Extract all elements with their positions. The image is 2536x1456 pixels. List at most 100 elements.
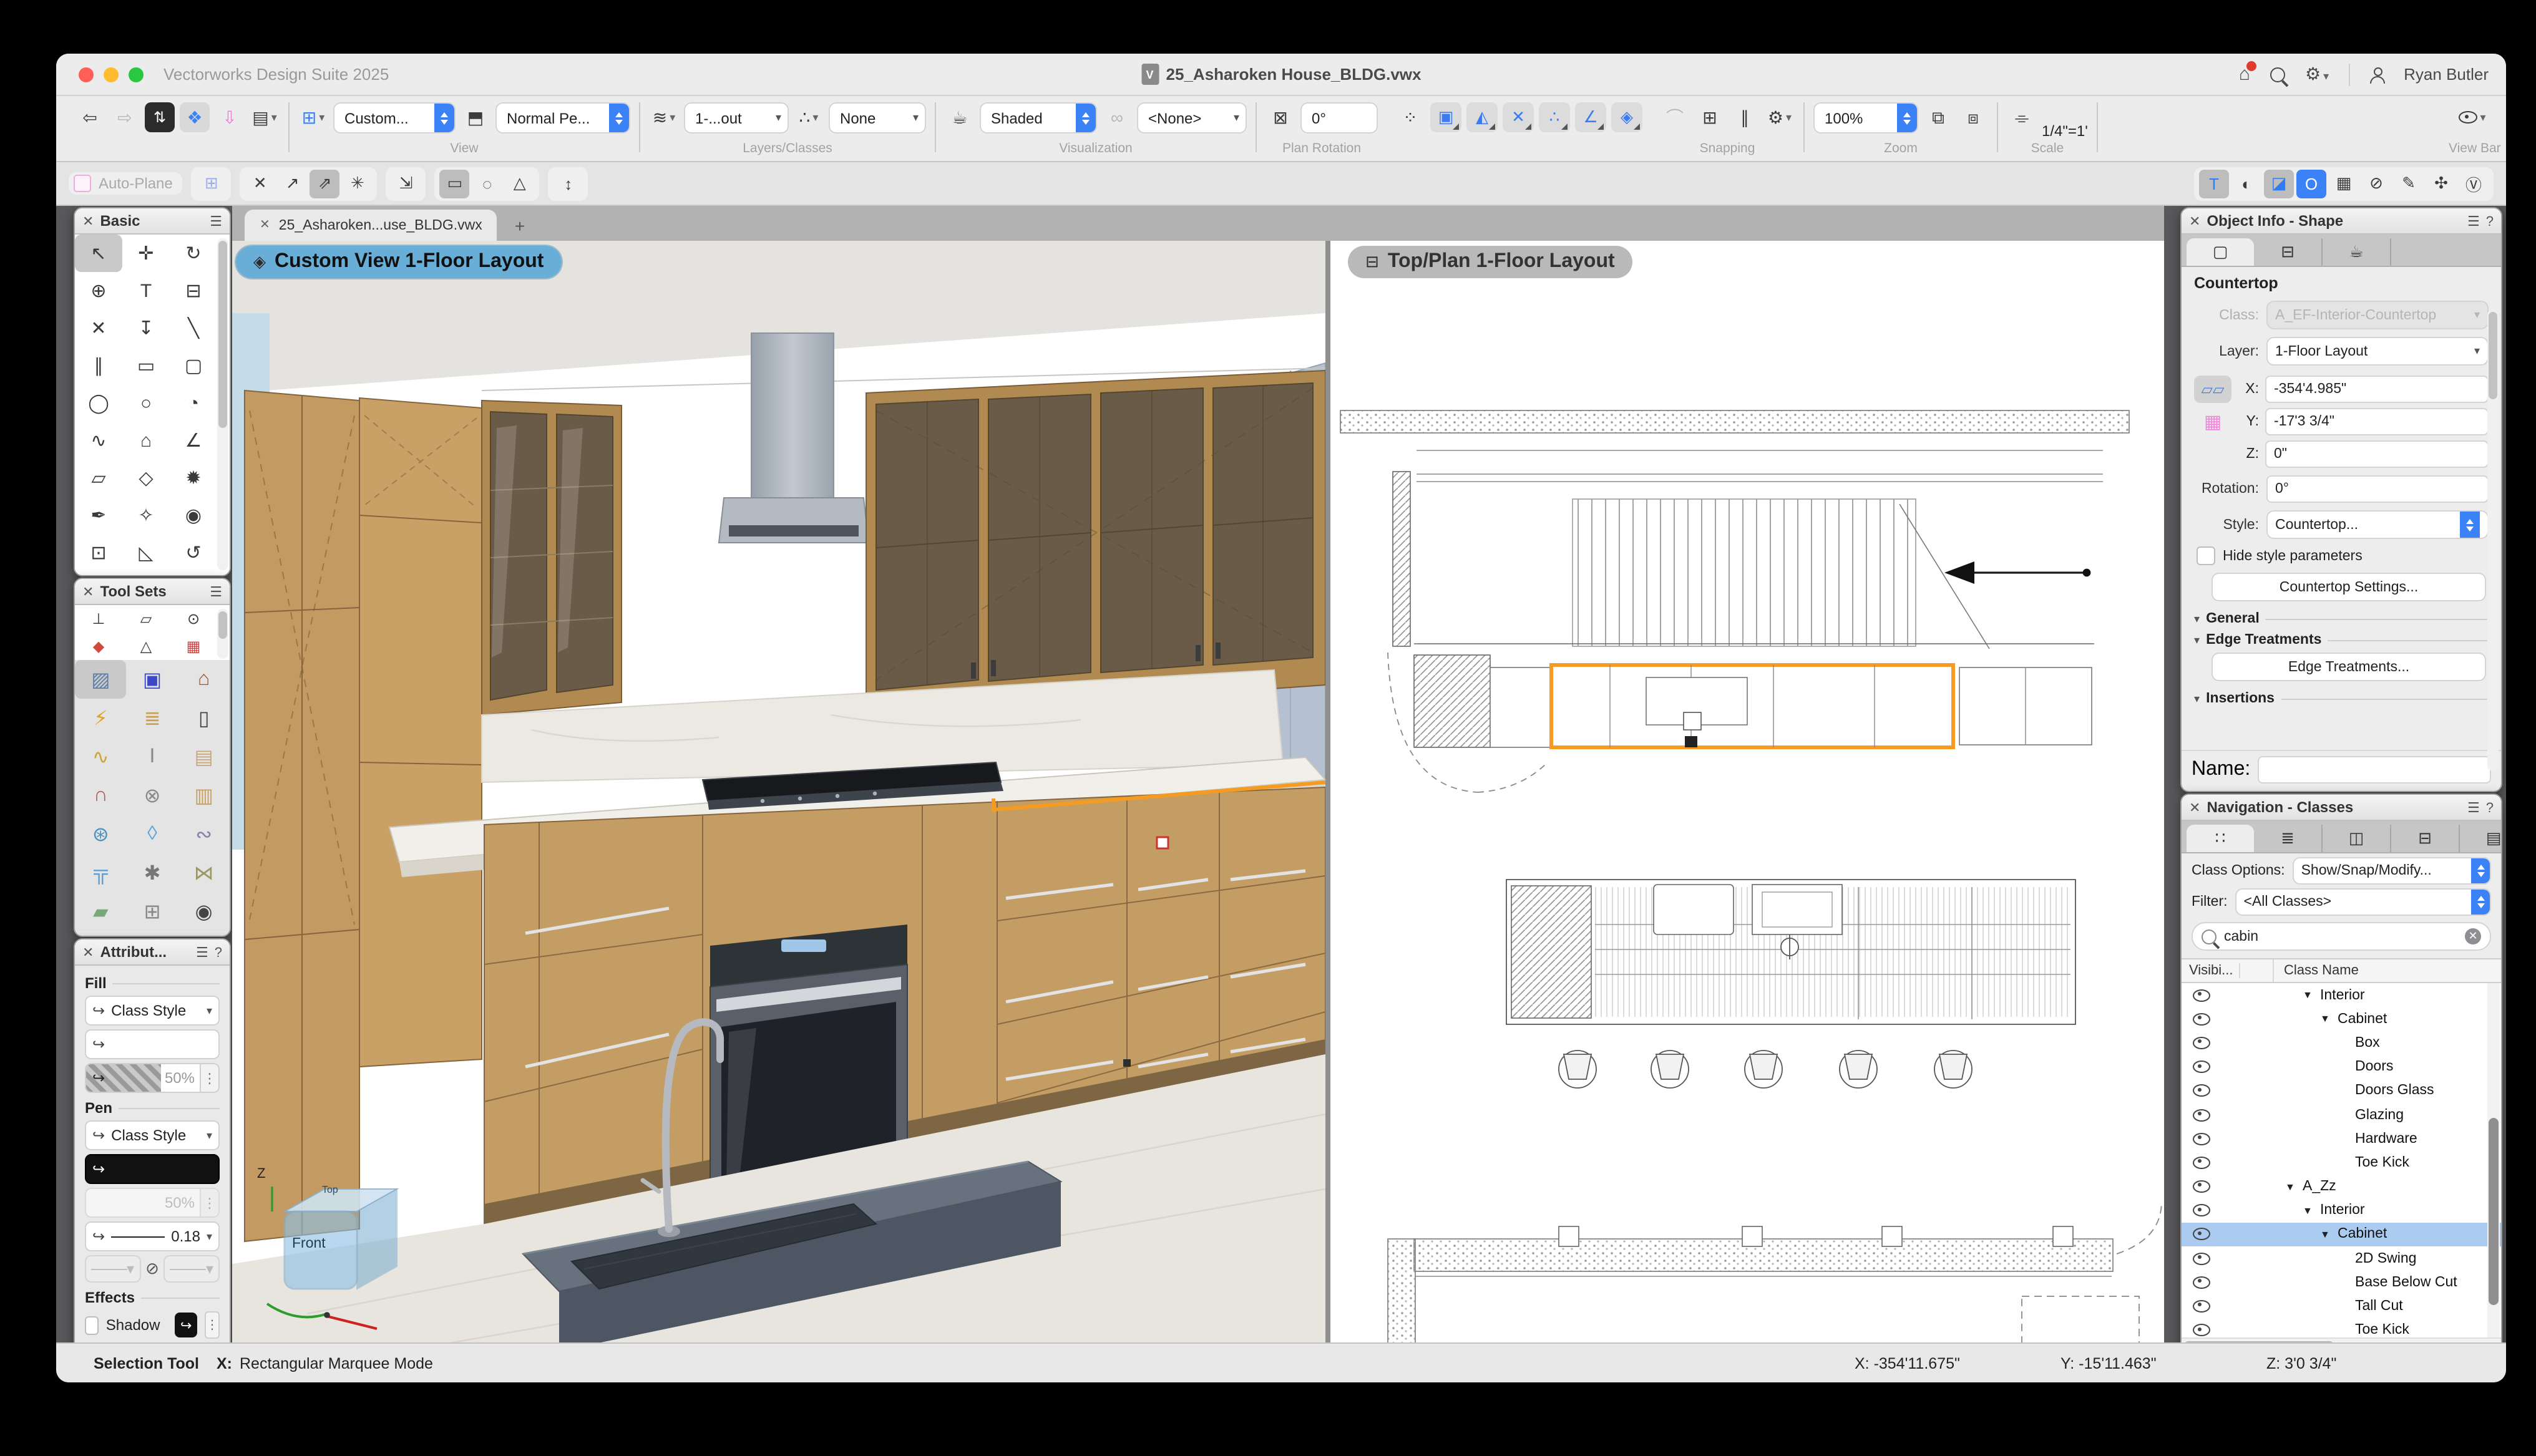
pane-snap-icon[interactable]: ⊞: [1695, 102, 1725, 132]
working-plane-mode[interactable]: ✳: [343, 169, 373, 198]
cable-toolset[interactable]: ∿: [75, 737, 127, 776]
clear-search-icon[interactable]: ✕: [2465, 928, 2481, 944]
attributes-palette-header[interactable]: Attribut...: [75, 939, 230, 966]
furniture-toolset[interactable]: ▥: [178, 776, 230, 815]
visibility-eye-icon[interactable]: [2182, 989, 2243, 1001]
pen-override-menu[interactable]: ✎: [2394, 169, 2424, 198]
single-object-mode[interactable]: ↗: [278, 169, 308, 198]
help-icon[interactable]: [2486, 798, 2494, 816]
plan-rotation-icon[interactable]: ⊠: [1266, 102, 1295, 132]
visibility-column-header[interactable]: Visibi...: [2182, 963, 2240, 978]
residential-toolset[interactable]: ⌂: [178, 660, 230, 699]
class-name-column-header[interactable]: Class Name: [2274, 963, 2501, 978]
object-highlight-toggle[interactable]: O: [2296, 169, 2326, 198]
3d-cursor-button[interactable]: ⇅: [145, 102, 175, 132]
stage-toolset[interactable]: ∩: [75, 776, 127, 815]
regular-polygon-tool[interactable]: ◇: [122, 459, 170, 497]
cabinet-select-mode[interactable]: ↕: [554, 169, 583, 198]
view-cube-widget[interactable]: Z Top Front: [255, 1167, 417, 1341]
plumbing-toolset[interactable]: ◊: [127, 815, 178, 853]
solids-tool[interactable]: ◆: [75, 633, 122, 660]
class-row-tall-cut[interactable]: ▼Tall Cut: [2182, 1294, 2501, 1318]
x-input[interactable]: -354'4.985": [2265, 376, 2489, 403]
tab-saved-views[interactable]: ▤: [2460, 825, 2502, 852]
ruler-icon[interactable]: ⌯: [2007, 102, 2037, 132]
plane-coords-icon[interactable]: ▱▱: [2194, 376, 2231, 403]
extrude-preview-toggle[interactable]: ◪: [2264, 169, 2294, 198]
general-disclosure[interactable]: General: [2194, 611, 2489, 626]
palette-menu-icon[interactable]: [2467, 212, 2480, 230]
camera-filter-select[interactable]: <None>▾: [1137, 102, 1247, 133]
auto-plane-checkbox[interactable]: [74, 175, 91, 192]
class-row-interior-2[interactable]: ▼Interior: [2182, 1198, 2501, 1222]
text-style-toggle[interactable]: T: [2199, 169, 2229, 198]
class-tree-hscrollbar[interactable]: [2182, 1337, 2501, 1342]
text-tool[interactable]: T: [122, 272, 170, 309]
class-row-doors[interactable]: ▼Doors: [2182, 1055, 2501, 1079]
space-planning-toolset[interactable]: ▰: [75, 892, 127, 931]
palette-menu-icon[interactable]: [210, 212, 222, 230]
class-search-field[interactable]: cabin ✕: [2192, 922, 2491, 951]
fit-page-button[interactable]: ⧉: [1923, 102, 1953, 132]
projection-select[interactable]: Normal Pe...: [495, 102, 630, 133]
dimension-toolset[interactable]: ▤: [178, 737, 230, 776]
insertions-disclosure[interactable]: Insertions: [2194, 691, 2489, 706]
rotate-tool[interactable]: ↺: [170, 534, 217, 571]
user-name[interactable]: Ryan Butler: [2404, 65, 2489, 84]
document-tab[interactable]: ✕ 25_Asharoken...use_BLDG.vwx: [245, 210, 497, 241]
layers-icon[interactable]: ≋▾: [649, 102, 679, 132]
snap-grid-icon[interactable]: ⁘: [1395, 102, 1425, 132]
palette-menu-icon[interactable]: [2467, 798, 2480, 816]
planar-mode-button[interactable]: ⊞: [197, 169, 227, 198]
class-row-cabinet-2[interactable]: ▼Cabinet: [2182, 1223, 2501, 1246]
viewport-plan-label[interactable]: ⊟ Top/Plan 1-Floor Layout: [1348, 246, 1632, 278]
visibility-eye-icon[interactable]: [2182, 1205, 2243, 1217]
visibility-eye-icon[interactable]: [2182, 1276, 2243, 1289]
interactive-scaling-mode[interactable]: ⇲: [391, 169, 421, 198]
object-info-scrollbar[interactable]: [2487, 309, 2499, 771]
class-row-base-below-cut[interactable]: ▼Base Below Cut: [2182, 1271, 2501, 1294]
page-setup-menu[interactable]: ▤▾: [250, 102, 280, 132]
class-row-interior[interactable]: ▼Interior: [2182, 983, 2501, 1007]
zoom-tool[interactable]: ⊕: [75, 272, 122, 309]
basic-scrollbar[interactable]: [217, 238, 228, 570]
viewport-plan[interactable]: ⊟ Top/Plan 1-Floor Layout: [1330, 241, 2164, 1342]
freehand-tool[interactable]: ∿: [75, 422, 122, 459]
palette-menu-icon[interactable]: [210, 583, 222, 600]
door-toolset[interactable]: ▯: [178, 699, 230, 737]
filter-select[interactable]: <All Classes>: [2235, 888, 2492, 916]
basic-palette-header[interactable]: Basic: [75, 208, 230, 235]
polygon-tool[interactable]: ⌂: [122, 422, 170, 459]
visibility-eye-icon[interactable]: [2182, 1324, 2243, 1336]
scale-value[interactable]: 1/4"=1': [2042, 122, 2088, 139]
new-tab-button[interactable]: +: [515, 216, 525, 236]
smart-points-button[interactable]: ∴: [1539, 102, 1570, 132]
close-icon[interactable]: [2189, 212, 2200, 230]
disable-snapping-toggle[interactable]: ⊘: [2361, 169, 2391, 198]
snap-to-object-button[interactable]: ▣: [1430, 102, 1461, 132]
visibility-eye-icon[interactable]: [2182, 1013, 2243, 1026]
clip-cube-button[interactable]: ⇩: [215, 102, 245, 132]
piping-toolset[interactable]: ╦: [75, 853, 127, 892]
arc-tool[interactable]: ◔: [170, 384, 217, 422]
multiple-object-mode[interactable]: ⇗: [310, 169, 340, 198]
clip-tool[interactable]: ⊡: [75, 534, 122, 571]
visibility-eye-icon[interactable]: [2182, 1157, 2243, 1169]
fit-objects-button[interactable]: ⧈: [1958, 102, 1988, 132]
snap-to-angle-button[interactable]: ◭: [1466, 102, 1498, 132]
shadow-checkbox[interactable]: [85, 1316, 99, 1334]
tab-sheet-layers[interactable]: ◫: [2323, 825, 2391, 852]
site-toolset[interactable]: ⊛: [75, 815, 127, 853]
polygon-marquee-mode[interactable]: △: [505, 169, 535, 198]
framing-toolset[interactable]: ≣: [127, 699, 178, 737]
callout-tool[interactable]: ⊟: [170, 272, 217, 309]
curve-snap-icon[interactable]: ⌒: [1660, 102, 1690, 132]
tab-render[interactable]: ☕: [2323, 238, 2391, 266]
home-icon[interactable]: ⌂: [2239, 64, 2250, 85]
pen-color-swatch[interactable]: ↪: [85, 1154, 220, 1184]
extract-tool[interactable]: ↧: [122, 309, 170, 347]
mesh-tool[interactable]: ▦: [170, 633, 217, 660]
viewbar-eye-menu[interactable]: ▾: [2457, 102, 2487, 132]
class-row-2d-swing[interactable]: ▼2D Swing: [2182, 1246, 2501, 1270]
shadow-color-swatch[interactable]: ↪: [175, 1313, 198, 1337]
